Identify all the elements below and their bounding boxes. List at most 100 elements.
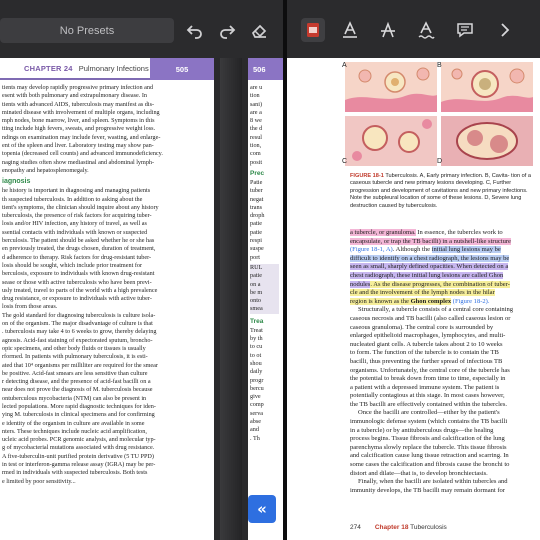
body-line: caseous necrosis and TB bacilli (also ca… xyxy=(350,314,511,322)
body-line: enopathy and hepatosplenomegaly. xyxy=(2,166,89,174)
body-line: in test or interferon-gamma release assa… xyxy=(2,461,156,469)
highlight-purple[interactable]: nodules xyxy=(350,280,371,288)
body-line: bercu xyxy=(250,384,264,392)
body-line: ying M. tuberculosis in clinical specime… xyxy=(2,411,155,419)
body-line: process begins. Tissue fibrosis and calc… xyxy=(350,435,505,443)
figure-label-d: D xyxy=(437,158,443,165)
body-line: the d xyxy=(250,125,263,133)
eraser-icon[interactable] xyxy=(248,20,270,42)
body-line: tion xyxy=(250,92,260,100)
highlight-yellow-term[interactable]: Ghon complex xyxy=(410,297,452,305)
body-line: ent of the spleen and liver. Laboratory … xyxy=(2,142,154,150)
footer-chapter-title: Tuberculosis xyxy=(410,524,447,531)
body-line: Finally, when the bacilli are isolated w… xyxy=(358,478,508,486)
body-line: near does not prove the diagnosis of M. … xyxy=(2,386,153,394)
body-line: tting include high fevers, sweats, and p… xyxy=(2,125,156,133)
body-line: In essence, the tubercles work to xyxy=(415,229,503,236)
body-line: comp xyxy=(250,401,264,409)
body-line: posit xyxy=(250,158,263,166)
left-toolbar: No Presets xyxy=(0,0,283,58)
body-line: trans xyxy=(250,203,263,211)
body-line: tients may develop rapidly progressive p… xyxy=(2,84,154,91)
highlight-purple[interactable]: chest radiograph, these initial lung les… xyxy=(350,271,504,279)
body-line: opic specimens, and other body fluids or… xyxy=(2,344,146,352)
body-line: tuber xyxy=(250,187,263,195)
body-line: suspe xyxy=(250,245,264,253)
figure-panel-c xyxy=(345,116,437,166)
body-line: are u xyxy=(250,84,263,91)
body-line: minated disease with involvement of mult… xyxy=(2,108,160,116)
double-chevron-left-icon: « xyxy=(257,500,267,518)
body-line: organisms. Unfortunately, the central co… xyxy=(350,366,510,374)
pdf-icon[interactable] xyxy=(301,18,325,42)
body-line: sease or those with active tuberculosis … xyxy=(2,278,152,286)
body-line: ucleic acid probes. PCR genomic analysis… xyxy=(2,436,156,444)
figure-panel-d xyxy=(441,116,533,166)
chapter-title: Pulmonary Infections xyxy=(78,63,149,73)
body-line: some cases the calcification and fibrosi… xyxy=(350,461,510,469)
section-heading-diagnosis: iagnosis xyxy=(2,178,31,186)
highlight-yellow[interactable]: cle and the involvement of the lymph nod… xyxy=(350,289,495,297)
body-line: ssential contacts with individuals with … xyxy=(2,228,148,236)
body-line: abse xyxy=(250,417,261,425)
highlight-yellow[interactable]: region is known as the xyxy=(350,297,411,305)
body-line: progr xyxy=(250,376,264,384)
rule-line: smea xyxy=(250,305,263,313)
body-line: daily xyxy=(250,368,263,376)
body-line: lected populations. More rapid diagnosti… xyxy=(2,402,156,410)
collapse-pane-button[interactable]: « xyxy=(248,495,276,523)
caption-figure-id: FIGURE 18-1 xyxy=(350,173,384,179)
rule-line: onto xyxy=(250,297,262,305)
redo-icon[interactable] xyxy=(216,20,238,42)
annotation-toolbar-bar xyxy=(287,0,540,58)
highlight-blue[interactable]: difficult to identify on a chest radiogr… xyxy=(350,254,510,262)
strikethrough-icon[interactable] xyxy=(376,18,400,42)
chevron-right-icon[interactable] xyxy=(493,18,517,42)
body-line: com xyxy=(250,150,261,158)
body-line: r detecting disease, and the presence of… xyxy=(2,378,151,386)
right-document-pane: A B C D FIGURE 18-1 Tuberculosis. A, Ear… xyxy=(287,0,540,540)
highlight-yellow[interactable]: . As the disease progresses, the combina… xyxy=(370,280,510,288)
body-line: . Although the xyxy=(392,246,432,254)
figure-label-a: A xyxy=(342,62,347,69)
figure-link[interactable]: (Figure 18-2). xyxy=(451,298,490,305)
body-line: port xyxy=(250,253,260,261)
figure-link[interactable]: (Figure 18-1, A) xyxy=(350,246,393,253)
comment-icon[interactable] xyxy=(453,18,477,42)
body-line: to form. The function of the tubercle is… xyxy=(350,349,499,357)
body-line: he history is important in diagnosing an… xyxy=(2,187,151,195)
body-line: and calcification cause lung tissue retr… xyxy=(350,452,509,460)
rule-line: on a xyxy=(250,280,261,288)
page-header: CHAPTER 24 Pulmonary Infections 505 xyxy=(0,58,214,80)
body-line: rformed. In patients with pulmonary tube… xyxy=(2,353,148,361)
body-line: agnosis. Acid-fast staining of expectora… xyxy=(2,336,153,344)
rule-line: patie xyxy=(250,272,263,280)
annotation-toolbar xyxy=(287,16,540,44)
highlight-pink[interactable]: encapsulate, or trap the TB bacilli) in … xyxy=(350,237,511,245)
body-line: rmed in individuals with suspected tuber… xyxy=(2,469,148,477)
body-line: mph nodes, bone marrow, liver, and splee… xyxy=(2,117,155,125)
highlight-blue[interactable]: initial lung lesions may be xyxy=(431,246,501,254)
body-line: enlarged epithelioid macrophages, lympho… xyxy=(350,332,506,340)
figure-panel-a xyxy=(345,62,437,112)
squiggly-underline-icon[interactable] xyxy=(414,18,438,42)
body-line: be positive. Acid-fast smears are less s… xyxy=(2,369,148,377)
highlight-purple[interactable]: seen as small, sharply defined opacities… xyxy=(350,263,509,271)
highlight-pink[interactable]: a tubercle, or granuloma. xyxy=(350,229,416,236)
body-line: the potential to break down from time to… xyxy=(350,375,506,383)
page-gutter xyxy=(214,58,248,540)
presets-dropdown[interactable]: No Presets xyxy=(0,18,174,43)
body-line: are a xyxy=(250,108,262,116)
page-number-506: 506 xyxy=(253,64,266,74)
underline-icon[interactable] xyxy=(338,18,362,42)
body-line: topenia (decreased cell counts) and adva… xyxy=(2,150,163,158)
undo-icon[interactable] xyxy=(184,20,206,42)
rule-box: RUL patie on a be m onto smea xyxy=(250,263,279,314)
body-line: drug resistance, or exposure to individu… xyxy=(2,295,152,303)
body-line: en previously treated, the drugs chosen,… xyxy=(2,245,156,253)
body-line: a patient with a depressed immune system… xyxy=(350,383,500,391)
body-line: usly treated, travel to parts of the wor… xyxy=(2,286,158,294)
body-line: naging studies often show mediastinal an… xyxy=(2,158,155,166)
body-line: Treat xyxy=(250,326,263,334)
body-line: tient's symptoms, the clinician should i… xyxy=(2,203,159,211)
